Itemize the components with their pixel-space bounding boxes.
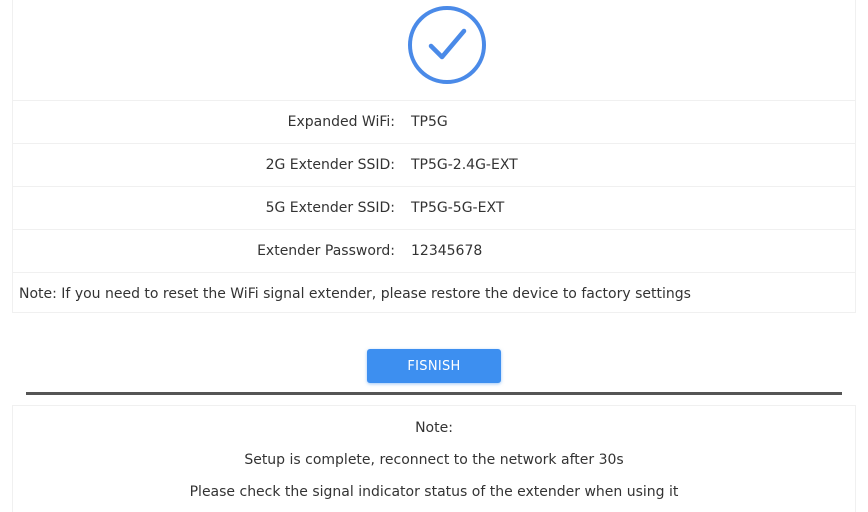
ssid-5g-row: 5G Extender SSID: TP5G-5G-EXT bbox=[13, 186, 855, 229]
setup-result-card: Expanded WiFi: TP5G 2G Extender SSID: TP… bbox=[12, 0, 856, 313]
check-circle-icon bbox=[407, 5, 487, 85]
password-label: Extender Password: bbox=[257, 243, 395, 259]
note-title: Note: bbox=[415, 420, 453, 436]
ssid-5g-value: TP5G-5G-EXT bbox=[411, 200, 505, 216]
ssid-2g-label: 2G Extender SSID: bbox=[265, 157, 395, 173]
ssid-5g-label: 5G Extender SSID: bbox=[265, 200, 395, 216]
finish-button[interactable]: FISNISH bbox=[367, 349, 501, 383]
extender-info-table: Expanded WiFi: TP5G 2G Extender SSID: TP… bbox=[13, 100, 855, 315]
reset-note: Note: If you need to reset the WiFi sign… bbox=[13, 272, 855, 315]
section-divider bbox=[26, 392, 842, 395]
expanded-wifi-value: TP5G bbox=[411, 114, 448, 130]
expanded-wifi-row: Expanded WiFi: TP5G bbox=[13, 100, 855, 143]
expanded-wifi-label: Expanded WiFi: bbox=[287, 114, 395, 130]
ssid-2g-row: 2G Extender SSID: TP5G-2.4G-EXT bbox=[13, 143, 855, 186]
password-row: Extender Password: 12345678 bbox=[13, 229, 855, 272]
note-line-indicator: Please check the signal indicator status… bbox=[189, 484, 679, 500]
note-line-reconnect: Setup is complete, reconnect to the netw… bbox=[244, 452, 624, 468]
completion-note-panel: Note: Setup is complete, reconnect to th… bbox=[12, 405, 856, 512]
password-value: 12345678 bbox=[411, 243, 483, 259]
ssid-2g-value: TP5G-2.4G-EXT bbox=[411, 157, 518, 173]
